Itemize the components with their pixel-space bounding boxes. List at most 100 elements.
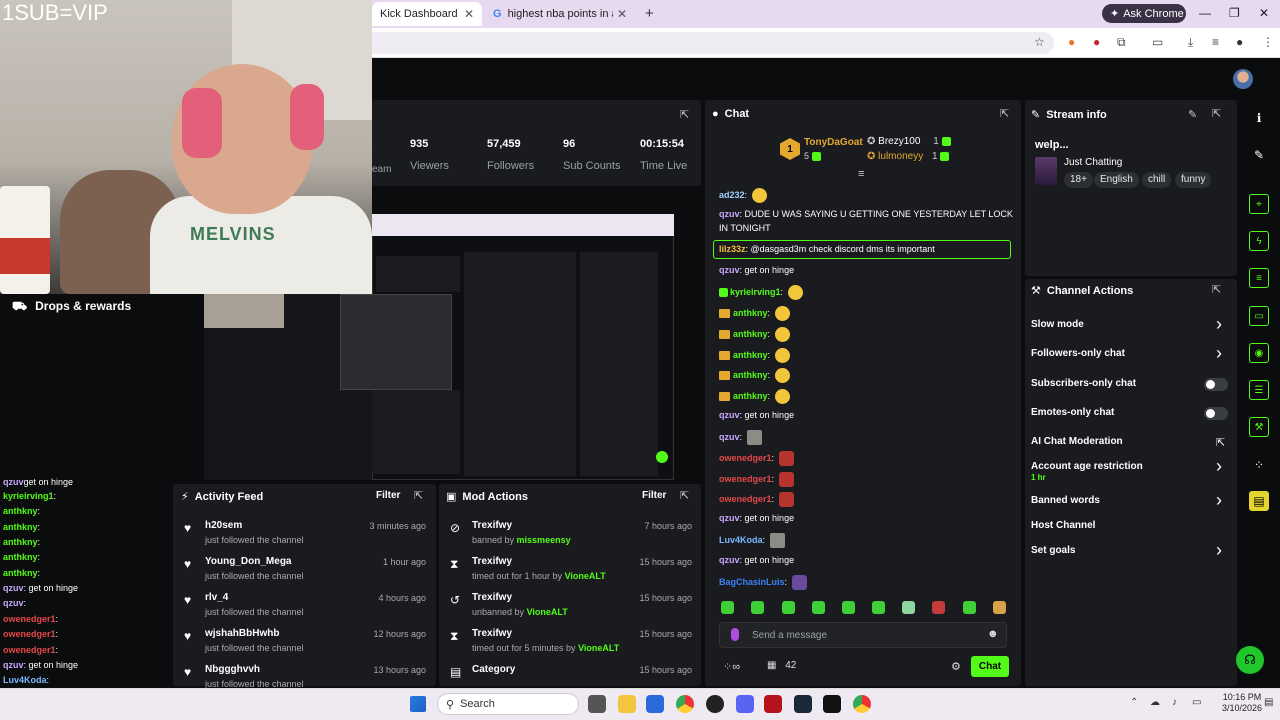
notification-icon[interactable]: ▤ (1264, 697, 1273, 708)
mod-target-name[interactable]: Trexifwy (472, 556, 512, 567)
edit-icon[interactable]: ✎ (1188, 108, 1197, 121)
kick-emote-icon[interactable] (721, 601, 734, 614)
left-chat-user[interactable]: qzuv (3, 660, 24, 670)
chat-username[interactable]: qzuv (719, 555, 740, 565)
monitor-icon[interactable]: ▭ (1192, 697, 1201, 708)
chevron-right-icon[interactable]: › (1216, 541, 1222, 559)
chat-username[interactable]: owenedger1 (719, 474, 772, 484)
tray-chevron-icon[interactable]: ⌃ (1130, 697, 1138, 708)
stream-category[interactable]: Just Chatting (1064, 157, 1122, 168)
chat-username[interactable]: lilz33z (719, 244, 746, 254)
adobe-icon[interactable] (764, 695, 782, 713)
cluster-icon[interactable]: ⁘ (1249, 455, 1269, 475)
app-icon[interactable] (646, 695, 664, 713)
left-chat-user[interactable]: kyrieirving1 (3, 491, 54, 501)
moderator-name[interactable]: missmeensy (517, 535, 571, 545)
discord-icon[interactable] (736, 695, 754, 713)
infinite-points-icon[interactable]: ⁘∞ (723, 660, 740, 673)
tool-icon[interactable]: ⚒ (1249, 417, 1269, 437)
follower-name[interactable]: Nbggghvvh (205, 664, 260, 675)
profile-icon[interactable]: ● (1236, 35, 1243, 49)
channel-action-slow-mode[interactable]: Slow mode (1031, 319, 1084, 330)
channel-points[interactable]: ▦ 42 (767, 660, 796, 671)
file-explorer-icon[interactable] (618, 695, 636, 713)
kick-emote-icon[interactable] (782, 601, 795, 614)
channel-action-host-channel[interactable]: Host Channel (1031, 520, 1095, 531)
mod-filter-button[interactable]: Filter (642, 490, 666, 501)
channel-action-account-age-restriction[interactable]: Account age restriction (1031, 461, 1143, 472)
chat-username[interactable]: anthkny (733, 350, 768, 360)
mic-icon[interactable]: ♪ (1172, 697, 1177, 708)
media-icon[interactable]: ≡ (1212, 35, 1219, 49)
clip-icon[interactable]: ▤ (1249, 491, 1269, 511)
mod-target-name[interactable]: Trexifwy (472, 628, 512, 639)
kick-emote-icon[interactable] (812, 601, 825, 614)
drops-rewards-link[interactable]: ⛟ Drops & rewards (12, 299, 131, 315)
chat-username[interactable]: qzuv (719, 410, 740, 420)
chat-username[interactable]: Luv4Koda (719, 535, 763, 545)
chat-username[interactable]: qzuv (719, 432, 740, 442)
chat-username[interactable]: anthkny (733, 329, 768, 339)
leaderboard-third[interactable]: ✪ lulmoneyy 1 (867, 151, 951, 162)
left-chat-user[interactable]: owenedger1 (3, 614, 56, 624)
chevron-right-icon[interactable]: › (1216, 315, 1222, 333)
chat-username[interactable]: anthkny (733, 308, 768, 318)
chat-username[interactable]: BagChasinLuis (719, 577, 785, 587)
mic-icon[interactable] (731, 628, 739, 641)
channel-action-ai-chat-moderation[interactable]: AI Chat Moderation (1031, 436, 1123, 447)
left-chat-user[interactable]: owenedger1 (3, 629, 56, 639)
message-icon[interactable]: ▭ (1249, 306, 1269, 326)
lightning-icon[interactable]: ϟ (1249, 231, 1269, 251)
extensions-puzzle-icon[interactable]: ⧉ (1117, 35, 1126, 50)
chat-username[interactable]: qzuv (719, 265, 740, 275)
scan-icon[interactable]: ⌖ (1249, 194, 1269, 214)
chat-username[interactable]: owenedger1 (719, 453, 772, 463)
collapse-leaderboard-icon[interactable]: ≡ (858, 168, 864, 180)
channel-action-banned-words[interactable]: Banned words (1031, 495, 1100, 506)
popout-icon[interactable]: ⇱ (414, 489, 423, 502)
left-chat-user[interactable]: anthkny (3, 506, 38, 516)
extension-icon[interactable]: ● (1093, 35, 1100, 49)
kick-emote-icon[interactable] (993, 601, 1006, 614)
taskbar-clock[interactable]: 10:16 PM 3/10/2026 (1222, 692, 1262, 714)
channel-action-set-goals[interactable]: Set goals (1031, 545, 1075, 556)
popout-icon[interactable]: ⇱ (1212, 283, 1221, 296)
chat-username[interactable]: ad232 (719, 190, 745, 200)
chat-username[interactable]: anthkny (733, 370, 768, 380)
channel-action-subscribers-only-chat[interactable]: Subscribers-only chat (1031, 378, 1136, 389)
moderator-name[interactable]: VioneALT (527, 607, 568, 617)
github-icon[interactable] (706, 695, 724, 713)
channel-action-emotes-only-chat[interactable]: Emotes-only chat (1031, 407, 1114, 418)
mod-target-name[interactable]: Trexifwy (472, 520, 512, 531)
mod-target-name[interactable]: Category (472, 664, 515, 675)
moderator-name[interactable]: VioneALT (565, 571, 606, 581)
windows-start-icon[interactable] (410, 696, 426, 712)
left-chat-user[interactable]: qzuv (3, 583, 24, 593)
chat-username[interactable]: owenedger1 (719, 494, 772, 504)
chevron-right-icon[interactable]: › (1216, 491, 1222, 509)
mod-target-name[interactable]: Trexifwy (472, 592, 512, 603)
left-chat-user[interactable]: qzuv (3, 598, 24, 608)
toggle-switch[interactable] (1204, 378, 1228, 391)
kick-emote-icon[interactable] (751, 601, 764, 614)
chat-username[interactable]: qzuv (719, 209, 740, 219)
left-chat-user[interactable]: owenedger1 (3, 645, 56, 655)
follower-name[interactable]: rlv_4 (205, 592, 228, 603)
chat-username[interactable]: kyrieirving1 (730, 287, 781, 297)
left-chat-user[interactable]: anthkny (3, 537, 38, 547)
external-link-icon[interactable]: ⇱ (1216, 436, 1225, 449)
follower-name[interactable]: h20sem (205, 520, 242, 531)
popout-icon[interactable]: ⇱ (1212, 107, 1221, 120)
bookmark-star-icon[interactable]: ☆ (1034, 35, 1045, 49)
info-icon[interactable]: ℹ (1249, 108, 1269, 128)
taskbar-search[interactable]: ⚲ Search (437, 693, 579, 715)
kick-emote-icon[interactable] (902, 601, 915, 614)
stack-icon[interactable]: ☰ (1249, 380, 1269, 400)
chrome-icon[interactable] (853, 695, 871, 713)
user-avatar[interactable] (1233, 69, 1253, 89)
cloud-icon[interactable]: ☁ (1150, 697, 1160, 708)
task-view-icon[interactable] (588, 695, 606, 713)
moderator-name[interactable]: VioneALT (578, 643, 619, 653)
kick-emote-icon[interactable] (872, 601, 885, 614)
close-tab-icon[interactable]: ✕ (464, 7, 474, 21)
